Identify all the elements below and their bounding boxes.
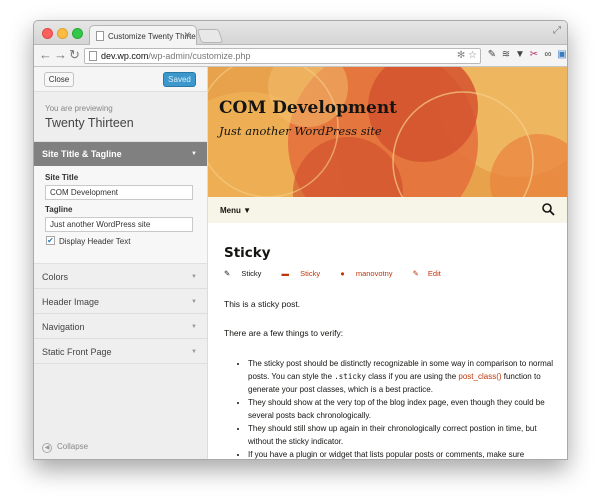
edit-label: Edit bbox=[427, 269, 441, 278]
close-window-button[interactable] bbox=[42, 28, 53, 39]
site-title-tagline-controls: Site Title COM Development Tagline Just … bbox=[34, 166, 207, 264]
browser-window: Customize Twenty Thirtee ✕ ⤢ ← → ↻ dev.w… bbox=[33, 20, 568, 460]
forward-icon[interactable]: → bbox=[54, 48, 67, 62]
pocket-icon[interactable]: ▼ bbox=[514, 49, 526, 61]
tagline-input[interactable]: Just another WordPress site bbox=[45, 217, 193, 232]
new-tab-button[interactable] bbox=[196, 29, 224, 43]
caret-down-icon: ▼ bbox=[191, 324, 197, 330]
fullscreen-icon[interactable]: ⤢ bbox=[553, 25, 561, 36]
close-tab-icon[interactable]: ✕ bbox=[183, 30, 191, 41]
caret-down-icon: ▼ bbox=[191, 274, 197, 280]
theme-name: Twenty Thirteen bbox=[45, 116, 134, 130]
post-title[interactable]: Sticky bbox=[224, 245, 554, 261]
caret-down-icon: ▼ bbox=[191, 151, 197, 157]
theme-info: You are previewing Twenty Thirteen bbox=[34, 92, 207, 142]
tools-icon[interactable]: ✎ bbox=[486, 49, 498, 61]
menu-label: Menu bbox=[220, 206, 241, 215]
pencil-icon: ✎ bbox=[412, 269, 419, 278]
site-header[interactable]: COM Development Just another WordPress s… bbox=[208, 67, 567, 197]
section-label: Navigation bbox=[42, 322, 85, 332]
url-path: /wp-admin/customize.php bbox=[148, 51, 251, 61]
browser-toolbar: ← → ↻ dev.wp.com/wp-admin/customize.php … bbox=[34, 45, 567, 67]
section-header-image[interactable]: Header Image ▼ bbox=[34, 289, 207, 314]
settings-icon[interactable]: ✻ bbox=[457, 50, 465, 61]
caret-down-icon: ▼ bbox=[243, 206, 252, 215]
section-navigation[interactable]: Navigation ▼ bbox=[34, 314, 207, 339]
list-item: They should still show up again in their… bbox=[248, 422, 554, 448]
author-label: manovotny bbox=[355, 269, 393, 278]
saved-button[interactable]: Saved bbox=[163, 72, 196, 87]
section-label: Header Image bbox=[42, 297, 100, 307]
site-description: Just another WordPress site bbox=[219, 124, 382, 138]
tab-strip: Customize Twenty Thirtee ✕ ⤢ bbox=[34, 21, 567, 46]
section-label: Static Front Page bbox=[42, 347, 112, 357]
user-icon: ● bbox=[340, 269, 345, 278]
scissors-icon[interactable]: ✂ bbox=[528, 49, 540, 61]
zoom-window-button[interactable] bbox=[72, 28, 83, 39]
previewing-label: You are previewing bbox=[45, 104, 113, 113]
post-lead: There are a few things to verify: bbox=[224, 328, 344, 338]
caret-down-icon: ▼ bbox=[191, 299, 197, 305]
section-label: Colors bbox=[42, 272, 69, 282]
page-icon bbox=[89, 51, 97, 61]
post-edit-link[interactable]: ✎ Edit bbox=[413, 269, 450, 278]
section-static-front-page[interactable]: Static Front Page ▼ bbox=[34, 339, 207, 364]
list-item: If you have a plugin or widget that list… bbox=[248, 448, 554, 459]
minimize-window-button[interactable] bbox=[57, 28, 68, 39]
list-item: The sticky post should be distinctly rec… bbox=[248, 357, 554, 396]
display-header-text-checkbox[interactable]: ✔ bbox=[46, 236, 55, 245]
collapse-sidebar-button[interactable]: ◀ Collapse bbox=[42, 442, 88, 453]
url-host: dev.wp.com bbox=[101, 51, 149, 61]
folder-icon: ▬ bbox=[281, 269, 290, 278]
address-bar[interactable]: dev.wp.com/wp-admin/customize.php ✻ ☆ bbox=[84, 48, 481, 64]
section-colors[interactable]: Colors ▼ bbox=[34, 264, 207, 289]
post-category-link[interactable]: ▬ Sticky bbox=[282, 269, 330, 278]
browser-tab[interactable]: Customize Twenty Thirtee ✕ bbox=[89, 25, 197, 46]
verify-list: The sticky post should be distinctly rec… bbox=[248, 357, 554, 459]
collapse-arrow-icon: ◀ bbox=[42, 443, 52, 453]
post: Sticky ✎ Sticky ▬ Sticky ● manovotny ✎ Ed… bbox=[224, 245, 554, 459]
screen-icon[interactable]: ▣ bbox=[556, 49, 567, 61]
sticky-class-code: .sticky bbox=[334, 372, 366, 381]
display-header-text-label: Display Header Text bbox=[59, 237, 131, 246]
site-title[interactable]: COM Development bbox=[219, 98, 397, 118]
reload-icon[interactable]: ↻ bbox=[69, 48, 80, 62]
navbar: Menu ▼ bbox=[208, 197, 567, 223]
post-author-link[interactable]: ● manovotny bbox=[340, 269, 401, 278]
search-icon[interactable] bbox=[542, 203, 555, 216]
site-preview: COM Development Just another WordPress s… bbox=[208, 67, 567, 459]
section-title: Site Title & Tagline bbox=[42, 149, 122, 159]
section-site-title-tagline[interactable]: Site Title & Tagline ▼ bbox=[34, 142, 207, 166]
customizer-sidebar: Close Saved You are previewing Twenty Th… bbox=[34, 67, 208, 459]
bookmark-star-icon[interactable]: ☆ bbox=[468, 50, 477, 61]
tagline-label: Tagline bbox=[45, 205, 73, 214]
close-button[interactable]: Close bbox=[44, 72, 74, 87]
category-label: Sticky bbox=[300, 269, 321, 278]
caret-down-icon: ▼ bbox=[191, 349, 197, 355]
collapse-label: Collapse bbox=[57, 442, 89, 451]
site-title-label: Site Title bbox=[45, 173, 79, 182]
post-class-link[interactable]: post_class() bbox=[458, 372, 501, 381]
list-item: They should show at the very top of the … bbox=[248, 396, 554, 422]
sidebar-actions: Close Saved bbox=[34, 67, 207, 92]
sticky-label: Sticky bbox=[241, 269, 262, 278]
menu-toggle[interactable]: Menu ▼ bbox=[220, 206, 251, 215]
list-item-text: class if you are using the bbox=[365, 372, 459, 381]
site-title-input[interactable]: COM Development bbox=[45, 185, 193, 200]
post-intro: This is a sticky post. bbox=[224, 299, 301, 309]
layers-icon[interactable]: ≋ bbox=[500, 49, 512, 61]
post-meta: ✎ Sticky ▬ Sticky ● manovotny ✎ Edit bbox=[224, 269, 554, 278]
page-icon bbox=[96, 31, 104, 41]
sticky-indicator: ✎ Sticky bbox=[224, 269, 270, 278]
glasses-icon[interactable]: ∞ bbox=[542, 49, 554, 61]
display-header-text-option[interactable]: ✔ Display Header Text bbox=[45, 236, 207, 246]
pin-icon: ✎ bbox=[224, 269, 231, 278]
back-icon[interactable]: ← bbox=[39, 48, 52, 62]
